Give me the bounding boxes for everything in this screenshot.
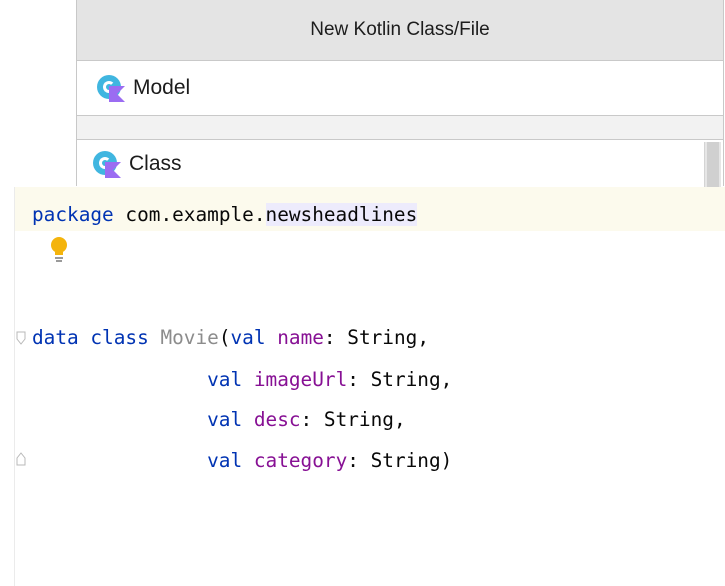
param-type: : String, — [323, 326, 429, 349]
code-editor[interactable]: package com.example.newsheadlines data c… — [0, 187, 725, 586]
list-item-label: Class — [129, 151, 182, 175]
class-name-field[interactable] — [77, 61, 723, 116]
lightbulb-icon[interactable] — [50, 236, 68, 264]
dialog-title: New Kotlin Class/File — [77, 0, 723, 61]
param-line[interactable]: val desc: String, — [32, 408, 406, 432]
param-name: desc — [253, 408, 301, 431]
package-prefix: com.example. — [125, 203, 266, 226]
fold-end-icon[interactable] — [16, 452, 26, 466]
param-name: imageUrl — [253, 368, 348, 391]
fold-start-icon[interactable] — [16, 331, 26, 345]
package-keyword: package — [32, 203, 114, 226]
val-keyword: val — [230, 326, 266, 349]
class-name: Movie — [160, 326, 219, 349]
list-scrollbar[interactable] — [704, 142, 721, 187]
param-name: category — [253, 449, 348, 472]
val-keyword: val — [207, 408, 243, 431]
new-kotlin-class-dialog: New Kotlin Class/File Class — [76, 0, 724, 187]
class-declaration-line[interactable]: data class Movie(val name: String, — [32, 326, 429, 350]
param-line[interactable]: val category: String) — [32, 449, 452, 473]
package-highlight: newsheadlines — [265, 203, 418, 226]
val-keyword: val — [207, 368, 243, 391]
open-paren: ( — [218, 326, 231, 349]
scrollbar-thumb[interactable] — [707, 142, 719, 187]
package-line[interactable]: package com.example.newsheadlines — [32, 203, 418, 227]
list-item-class[interactable]: Class — [77, 140, 697, 187]
data-class-keyword: data class — [32, 326, 149, 349]
param-type: : String, — [347, 368, 453, 391]
kotlin-class-icon — [93, 150, 121, 178]
class-name-input[interactable] — [133, 76, 633, 100]
param-name: name — [277, 326, 324, 349]
param-type: : String) — [347, 449, 453, 472]
val-keyword: val — [207, 449, 243, 472]
gutter-divider — [14, 187, 15, 586]
kotlin-class-icon — [97, 74, 125, 102]
param-line[interactable]: val imageUrl: String, — [32, 368, 452, 392]
kind-list: Class — [77, 139, 723, 187]
param-type: : String, — [300, 408, 406, 431]
